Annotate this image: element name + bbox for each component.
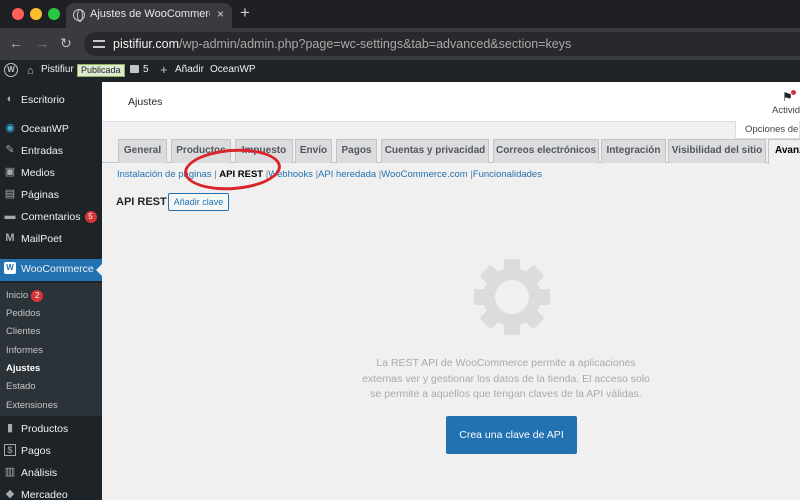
add-new-link[interactable]: Añadir bbox=[175, 64, 204, 75]
notification-dot bbox=[791, 90, 796, 95]
add-key-button[interactable]: Añadir clave bbox=[168, 193, 229, 211]
tab-pagos[interactable]: Pagos bbox=[336, 139, 377, 163]
sidebar-item-productos[interactable]: ▮ Productos bbox=[0, 419, 102, 441]
status-badge: Publicada bbox=[77, 64, 125, 77]
sidebar-item-comentarios[interactable]: ▬ Comentarios 5 bbox=[0, 207, 102, 229]
sidebar-item-escritorio[interactable]: ◐ Escritorio bbox=[0, 90, 102, 112]
new-tab-button[interactable]: + bbox=[240, 3, 250, 23]
submenu-item-clientes[interactable]: Clientes bbox=[6, 326, 40, 337]
activity-label: Actividad bbox=[772, 105, 800, 116]
oceanwp-link[interactable]: OceanWP bbox=[210, 64, 256, 75]
sidebar-item-analisis[interactable]: ▥ Análisis bbox=[0, 463, 102, 485]
pin-icon: ✎ bbox=[5, 144, 15, 156]
comment-count[interactable]: 5 bbox=[143, 64, 149, 75]
create-api-key-button[interactable]: Crea una clave de API bbox=[446, 416, 577, 454]
woocommerce-header: Ajustes ⚑ Actividad bbox=[102, 82, 800, 122]
submenu-item-ajustes[interactable]: Ajustes bbox=[6, 363, 40, 374]
sidebar-item-label: Comentarios 5 bbox=[21, 211, 97, 223]
url-text[interactable]: pistifiur.com/wp-admin/admin.php?page=wc… bbox=[113, 37, 571, 51]
section-link-funcionalidades[interactable]: Funcionalidades bbox=[473, 169, 542, 180]
sidebar-item-oceanwp[interactable]: ◉ OceanWP bbox=[0, 119, 102, 141]
sidebar-item-label: Páginas bbox=[21, 189, 59, 201]
home-icon[interactable]: ⌂ bbox=[27, 65, 34, 77]
browser-nav-bar: ← → ↻ pistifiur.com/wp-admin/admin.php?p… bbox=[0, 28, 800, 60]
submenu-item-pedidos[interactable]: Pedidos bbox=[6, 308, 40, 319]
sidebar-item-label: Pagos bbox=[21, 445, 51, 457]
sidebar-item-entradas[interactable]: ✎ Entradas bbox=[0, 141, 102, 163]
sidebar-item-medios[interactable]: ▣ Medios bbox=[0, 163, 102, 185]
woocommerce-submenu: Inicio 2 Pedidos Clientes Informes Ajuste… bbox=[0, 283, 102, 416]
wp-admin-bar: W ⌂ Pistifiur Publicada 5 + Añadir Ocean… bbox=[0, 60, 800, 82]
address-bar[interactable]: pistifiur.com/wp-admin/admin.php?page=wc… bbox=[84, 32, 800, 56]
sidebar-item-label: Medios bbox=[21, 167, 55, 179]
admin-sidebar: ◐ Escritorio ◉ OceanWP ✎ Entradas ▣ Medi… bbox=[0, 82, 102, 500]
page-title: Ajustes bbox=[128, 96, 163, 108]
tab-avanzado[interactable]: Avanzado bbox=[768, 139, 800, 164]
oceanwp-icon: ◉ bbox=[5, 122, 15, 134]
sidebar-item-paginas[interactable]: ▤ Páginas bbox=[0, 185, 102, 207]
section-link-woocommerce-com[interactable]: WooCommerce.com bbox=[381, 169, 467, 180]
section-link-api-heredada[interactable]: API heredada bbox=[318, 169, 376, 180]
globe-icon bbox=[73, 9, 85, 22]
submenu-item-estado[interactable]: Estado bbox=[6, 381, 36, 392]
tab-general[interactable]: General bbox=[118, 139, 167, 163]
site-name-link[interactable]: Pistifiur bbox=[41, 64, 74, 75]
section-links: Instalación de páginas | API REST |Webho… bbox=[117, 169, 542, 180]
api-blank-state-message: La REST API de WooCommerce permite a apl… bbox=[362, 357, 650, 400]
tab-close-icon[interactable]: × bbox=[217, 7, 224, 21]
submenu-item-inicio[interactable]: Inicio 2 bbox=[6, 290, 44, 302]
window-maximize-button[interactable] bbox=[48, 8, 60, 20]
tab-integracion[interactable]: Integración bbox=[601, 139, 666, 163]
marketing-icon: ◆ bbox=[5, 488, 15, 500]
sidebar-item-label: Productos bbox=[21, 423, 69, 435]
sidebar-item-mercadeo[interactable]: ◆ Mercadeo bbox=[0, 485, 102, 500]
submenu-item-informes[interactable]: Informes bbox=[6, 345, 43, 356]
submenu-item-extensiones[interactable]: Extensiones bbox=[6, 400, 58, 411]
woocommerce-icon: W bbox=[4, 262, 16, 274]
tab-envio[interactable]: Envío bbox=[295, 139, 332, 163]
products-icon: ▮ bbox=[6, 422, 14, 434]
sidebar-item-label: Escritorio bbox=[21, 94, 65, 106]
sidebar-item-label: Análisis bbox=[21, 467, 58, 479]
browser-tab-title: Ajustes de WooCommerce ‹ P bbox=[90, 8, 210, 20]
back-arrow-icon[interactable]: ← bbox=[9, 35, 23, 51]
tab-visibilidad-sitio[interactable]: Visibilidad del sitio bbox=[668, 139, 766, 163]
reload-icon[interactable]: ↻ bbox=[60, 35, 72, 52]
gear-icon bbox=[474, 259, 550, 335]
sidebar-item-label: MailPoet bbox=[21, 233, 62, 245]
window-close-button[interactable] bbox=[12, 8, 24, 20]
sidebar-item-label: OceanWP bbox=[21, 123, 69, 135]
plus-icon[interactable]: + bbox=[160, 62, 168, 77]
window-minimize-button[interactable] bbox=[30, 8, 42, 20]
sidebar-item-label: Mercadeo bbox=[21, 489, 68, 500]
inicio-count-badge: 2 bbox=[31, 290, 44, 302]
browser-tab[interactable]: Ajustes de WooCommerce ‹ P × bbox=[66, 3, 232, 28]
analytics-icon: ▥ bbox=[4, 466, 16, 478]
tab-cuentas-privacidad[interactable]: Cuentas y privacidad bbox=[381, 139, 489, 163]
comments-icon: ▬ bbox=[4, 210, 16, 222]
wordpress-logo-icon[interactable]: W bbox=[4, 63, 18, 77]
sidebar-item-woocommerce[interactable]: W WooCommerce bbox=[0, 259, 102, 281]
tab-correos-electronicos[interactable]: Correos electrónicos bbox=[493, 139, 599, 163]
sidebar-item-label: WooCommerce bbox=[21, 263, 94, 275]
section-title: API REST bbox=[116, 196, 167, 208]
sidebar-item-mailpoet[interactable]: M MailPoet bbox=[0, 229, 102, 251]
activity-button[interactable]: ⚑ Actividad bbox=[768, 88, 800, 120]
pages-icon: ▤ bbox=[4, 188, 16, 200]
dashboard-icon: ◐ bbox=[6, 93, 14, 105]
mailpoet-icon: M bbox=[5, 232, 15, 244]
site-settings-icon[interactable] bbox=[92, 37, 106, 51]
comments-count-badge: 5 bbox=[84, 211, 97, 223]
sidebar-item-pagos[interactable]: $ Pagos bbox=[0, 441, 102, 463]
screen-options-button[interactable]: Opciones de pantalla bbox=[735, 121, 800, 139]
payments-icon: $ bbox=[4, 444, 16, 456]
sidebar-item-label: Entradas bbox=[21, 145, 64, 157]
browser-tab-bar: Ajustes de WooCommerce ‹ P × + bbox=[0, 0, 800, 28]
media-icon: ▣ bbox=[4, 166, 16, 178]
comment-icon[interactable] bbox=[130, 65, 139, 73]
forward-arrow-icon[interactable]: → bbox=[35, 35, 49, 51]
